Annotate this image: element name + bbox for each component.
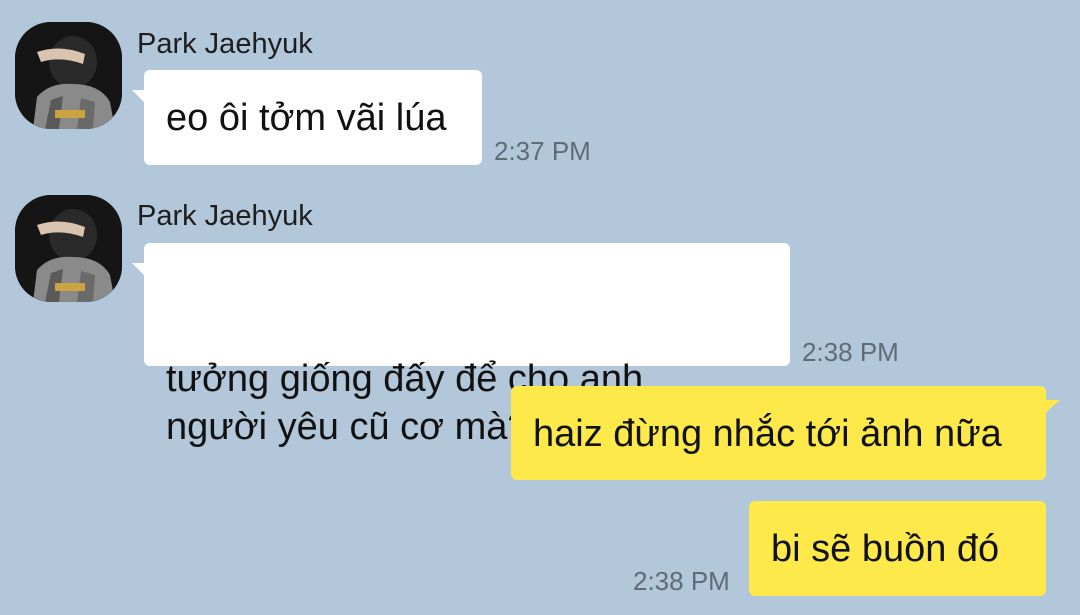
- bubble-tail: [1044, 400, 1060, 414]
- message-text: eo ôi tởm vãi lúa: [166, 97, 447, 139]
- sender-avatar[interactable]: [15, 195, 122, 302]
- avatar-photo-icon: [15, 22, 122, 129]
- bubble-tail: [132, 90, 146, 104]
- message-bubble-outgoing[interactable]: bi sẽ buồn đó: [749, 501, 1046, 596]
- message-bubble-incoming[interactable]: tưởng giống đấy để cho anh người yêu cũ …: [132, 243, 790, 448]
- sender-avatar[interactable]: [15, 22, 122, 129]
- message-timestamp: 2:37 PM: [494, 136, 591, 166]
- sender-name: Park Jaehyuk: [137, 28, 313, 60]
- chat-view: Park Jaehyuk eo ôi tởm vãi lúa 2:37 PM P…: [0, 0, 1080, 615]
- message-timestamp: 2:38 PM: [633, 566, 730, 596]
- sender-name: Park Jaehyuk: [137, 200, 313, 232]
- message-text: haiz đừng nhắc tới ảnh nữa: [533, 413, 1002, 455]
- message-timestamp: 2:38 PM: [802, 337, 899, 367]
- avatar-photo-icon: [15, 195, 122, 302]
- bubble-tail: [132, 263, 146, 277]
- message-text: bi sẽ buồn đó: [771, 528, 1000, 570]
- message-bubble-outgoing[interactable]: haiz đừng nhắc tới ảnh nữa: [511, 386, 1060, 480]
- message-bubble-incoming[interactable]: eo ôi tởm vãi lúa: [132, 70, 482, 165]
